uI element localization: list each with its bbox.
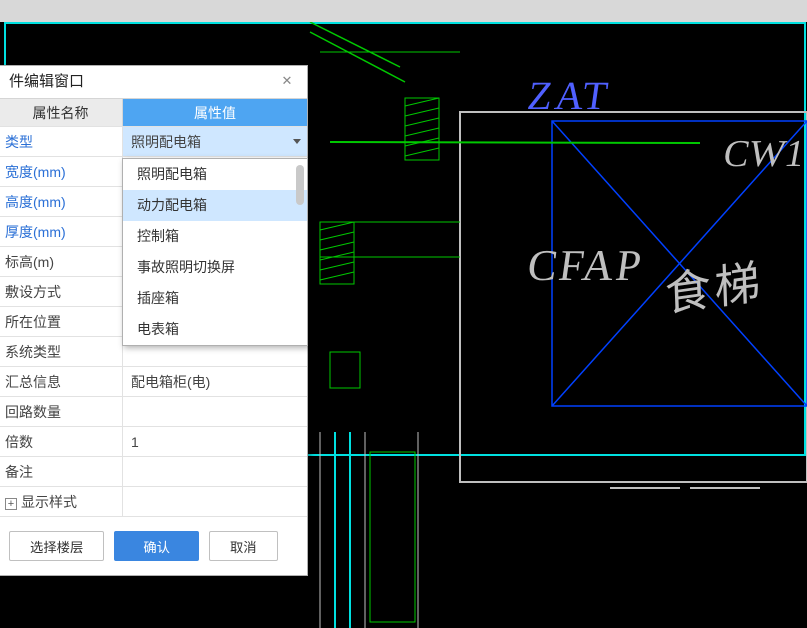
property-row[interactable]: 回路数量 [0,396,307,426]
property-row[interactable]: 备注 [0,456,307,486]
property-label: 标高(m) [0,247,123,276]
property-row[interactable]: +显示样式 [0,486,307,516]
property-row[interactable]: 倍数1 [0,426,307,456]
dropdown-option[interactable]: 控制箱 [123,221,307,252]
property-label: 倍数 [0,427,123,456]
property-row[interactable]: 类型照明配电箱 [0,126,307,156]
property-label: 类型 [0,127,123,156]
expand-icon[interactable]: + [5,498,17,510]
chevron-down-icon[interactable] [293,139,301,144]
dropdown-option[interactable]: 照明配电箱 [123,159,307,190]
property-label: 高度(mm) [0,187,123,216]
property-grid-header: 属性名称 属性值 [0,98,307,126]
dialog-footer: 选择楼层 确认 取消 [0,516,307,575]
property-label: 敷设方式 [0,277,123,306]
cad-label-zat: ZAT [525,72,614,119]
property-value[interactable] [123,457,307,486]
dropdown-option[interactable]: 插座箱 [123,283,307,314]
cad-label-cfap: CFAP [524,240,646,291]
property-row[interactable]: 汇总信息配电箱柜(电) [0,366,307,396]
property-value[interactable] [123,397,307,426]
property-label: 宽度(mm) [0,157,123,186]
dialog-titlebar[interactable]: 件编辑窗口 [0,66,307,98]
select-floor-button[interactable]: 选择楼层 [9,531,104,561]
property-label: +显示样式 [0,487,123,516]
top-toolbar-strip [0,0,807,22]
header-name: 属性名称 [0,99,123,126]
property-value[interactable]: 配电箱柜(电) [123,367,307,396]
cad-label-cw1: CW1 [720,132,807,176]
cancel-button[interactable]: 取消 [209,531,278,561]
cad-label-elevator: 食梯 [664,245,765,325]
dropdown-option[interactable]: 事故照明切换屏 [123,252,307,283]
header-value: 属性值 [123,99,307,126]
property-label: 备注 [0,457,123,486]
dropdown-option[interactable]: 动力配电箱 [123,190,307,221]
property-label: 汇总信息 [0,367,123,396]
type-dropdown[interactable]: 照明配电箱动力配电箱控制箱事故照明切换屏插座箱电表箱 [122,158,308,346]
property-label: 厚度(mm) [0,217,123,246]
property-label: 系统类型 [0,337,123,366]
property-label: 回路数量 [0,397,123,426]
dialog-title: 件编辑窗口 [9,66,84,98]
close-icon[interactable] [277,72,297,92]
property-value[interactable] [123,487,307,516]
property-label: 所在位置 [0,307,123,336]
property-value[interactable]: 照明配电箱 [123,127,307,156]
dropdown-option[interactable]: 电表箱 [123,314,307,345]
property-value[interactable]: 1 [123,427,307,456]
ok-button[interactable]: 确认 [114,531,199,561]
